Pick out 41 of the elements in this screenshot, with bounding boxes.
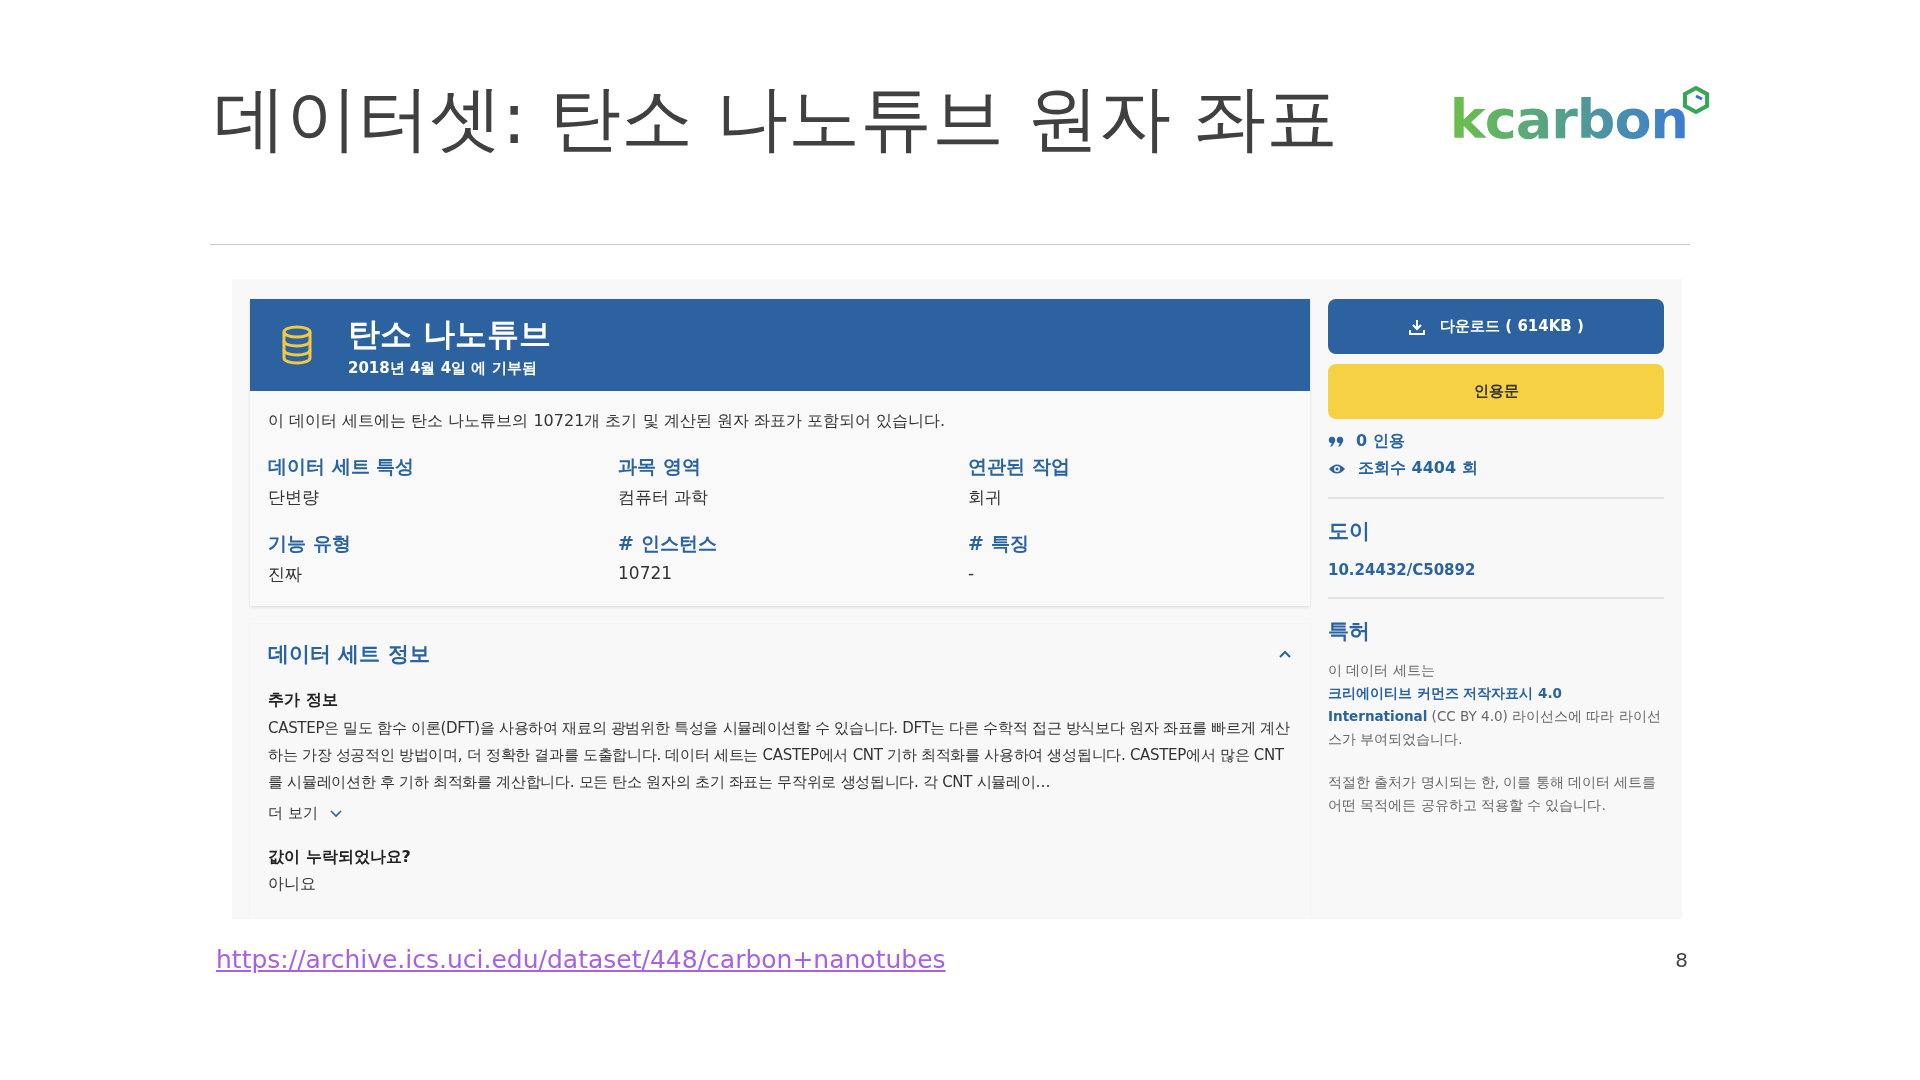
license-note: 적절한 출처가 명시되는 한, 이를 통해 데이터 세트를 어떤 목적에든 공유하고 적용할 수 있습니다. xyxy=(1328,773,1658,815)
chevron-down-icon xyxy=(329,809,342,818)
dataset-summary: 이 데이터 세트에는 탄소 나노튜브의 10721개 초기 및 계산된 원자 좌표가 포함되어 있습니다. xyxy=(268,411,946,432)
property-value: - xyxy=(968,563,976,583)
show-more-button[interactable]: 더 보기 xyxy=(268,804,342,823)
property-value: 회귀 xyxy=(968,486,1003,509)
property-label: 기능 유형 xyxy=(268,531,352,556)
property-value: 10721 xyxy=(618,563,674,583)
property-label: # 인스턴스 xyxy=(618,531,718,556)
license-link[interactable]: International xyxy=(1328,708,1428,724)
eye-icon xyxy=(1328,462,1346,475)
slide-title: 데이터셋: 탄소 나노튜브 원자 좌표 xyxy=(213,75,1338,162)
section-title: 도이 xyxy=(1328,518,1371,545)
license-link[interactable]: 크리에이티브 커먼즈 저작자표시 4.0 xyxy=(1328,685,1562,701)
chevron-icon[interactable] xyxy=(1278,649,1292,659)
doi-link[interactable]: 10.24432/C50892 xyxy=(1328,561,1664,579)
citation-count: 0 인용 xyxy=(1356,431,1405,452)
license-text: 이 데이터 세트는 크리에이티브 커먼즈 저작자표시 4.0 International (CC BY 4.0) 라이선스에 따라 라이선스가 부여되었습니다. xyxy=(1328,661,1662,749)
property-value: 단변량 xyxy=(268,486,320,509)
field-value: 아니요 xyxy=(268,874,317,895)
section-title: 데이터 세트 정보 xyxy=(268,641,430,668)
field-label: 추가 정보 xyxy=(268,690,339,711)
property-label: 데이터 세트 특성 xyxy=(268,454,416,479)
page-number: 8 xyxy=(1675,947,1688,972)
download-button[interactable]: 다운로드 ( 614KB ) xyxy=(1328,299,1664,354)
quote-icon xyxy=(1328,435,1344,448)
property-value: 진짜 xyxy=(268,563,303,586)
description-text: CASTEP은 밀도 함수 이론(DFT)을 사용하여 재료의 광범위한 특성을 시뮬레이션할 수 있습니다. DFT는 다른 수학적 접근 방식보다 원자 좌표를 빠르게 계산하는 가장 성공적인 방법이며, 더 정확한 결과를 도출합니다. 데이터 세트는 CASTEP에서 CNT 기하 최적화를 사용하여 생성됩니다. CASTEP에서 많은 CNT를 시뮬레이션한 후 기하 최적화를 계산합니다. 모든 탄소 원자의 초기 좌표는 무작위로 생성됩니다. 각 CNT 시뮬레이… xyxy=(268,718,1291,793)
property-label: # 특징 xyxy=(968,531,1030,556)
download-icon xyxy=(1408,317,1427,336)
database-icon xyxy=(280,325,314,365)
donation-date: 2018년 4월 4일 에 기부됨 xyxy=(348,358,538,378)
property-value: 컴퓨터 과학 xyxy=(618,486,710,509)
section-title: 특허 xyxy=(1328,618,1371,645)
property-label: 연관된 작업 xyxy=(968,454,1071,479)
property-label: 과목 영역 xyxy=(618,454,702,479)
view-count: 조회수 4404 회 xyxy=(1358,458,1478,479)
cite-button[interactable]: 인용문 xyxy=(1328,364,1664,419)
field-label: 값이 누락되었나요? xyxy=(268,847,412,868)
dataset-title: 탄소 나노튜브 xyxy=(348,313,552,355)
source-link[interactable]: https://archive.ics.uci.edu/dataset/448/carbon+nanotubes xyxy=(216,945,946,974)
